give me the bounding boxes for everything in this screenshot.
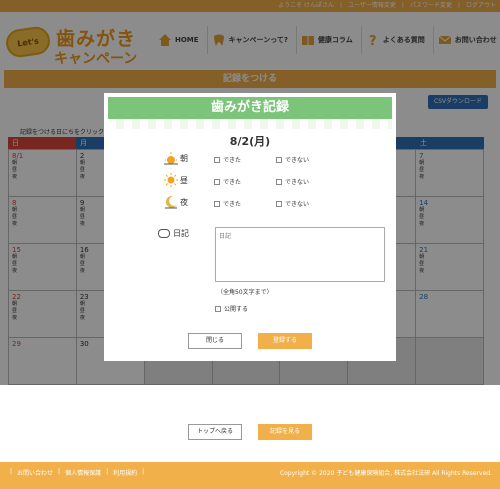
morning-row: 朝	[164, 151, 204, 165]
night-label: 夜	[180, 197, 188, 207]
moon-icon	[165, 195, 177, 209]
footer-privacy-link[interactable]: 個人情報保護	[65, 468, 101, 477]
diary-label-group: 日記	[158, 228, 189, 239]
speech-bubble-icon	[158, 229, 170, 238]
noon-not-done-label: できない	[285, 179, 310, 186]
sun-icon	[164, 173, 178, 187]
view-records-button[interactable]: 記録を見る	[258, 424, 312, 440]
night-done-checkbox[interactable]: できた	[214, 199, 241, 208]
register-button[interactable]: 登録する	[258, 333, 312, 349]
noon-done-label: できた	[223, 179, 242, 186]
footer-terms-link[interactable]: 利用規約	[113, 468, 137, 477]
noon-done-checkbox[interactable]: できた	[214, 177, 241, 186]
sunrise-icon	[164, 152, 178, 165]
record-modal: 歯みがき記録 8/2(月) 朝 できた できない 昼 できた できない 夜 でき…	[104, 93, 396, 361]
night-done-label: できた	[223, 201, 242, 208]
modal-header-decoration	[108, 119, 392, 129]
night-row: 夜	[164, 195, 204, 209]
morning-label: 朝	[180, 153, 188, 163]
noon-row: 昼	[164, 173, 204, 187]
noon-label: 昼	[180, 175, 188, 185]
modal-date: 8/2(月)	[229, 135, 271, 148]
noon-not-done-checkbox[interactable]: できない	[276, 177, 309, 186]
diary-label: 日記	[173, 229, 189, 238]
site-footer: | お問い合わせ | 個人情報保護 | 利用規約 | Copyright © 2…	[0, 462, 500, 489]
night-not-done-label: できない	[285, 201, 310, 208]
diary-char-limit-note: （全角50文字まで）	[217, 289, 273, 296]
public-checkbox[interactable]: 公開する	[215, 304, 248, 313]
night-not-done-checkbox[interactable]: できない	[276, 199, 309, 208]
morning-done-label: できた	[223, 157, 242, 164]
public-label: 公開する	[224, 306, 249, 313]
morning-not-done-checkbox[interactable]: できない	[276, 155, 309, 164]
close-button[interactable]: 閉じる	[188, 333, 242, 349]
footer-contact-link[interactable]: お問い合わせ	[17, 468, 53, 477]
footer-copyright: Copyright © 2020 子ども健康保険組合, 株式会社法研 All R…	[279, 470, 492, 477]
diary-input[interactable]	[215, 227, 385, 282]
morning-done-checkbox[interactable]: できた	[214, 155, 241, 164]
back-to-top-button[interactable]: トップへ戻る	[188, 424, 242, 440]
morning-not-done-label: できない	[285, 157, 310, 164]
bottom-area	[0, 385, 500, 447]
modal-title: 歯みがき記録	[108, 97, 392, 119]
